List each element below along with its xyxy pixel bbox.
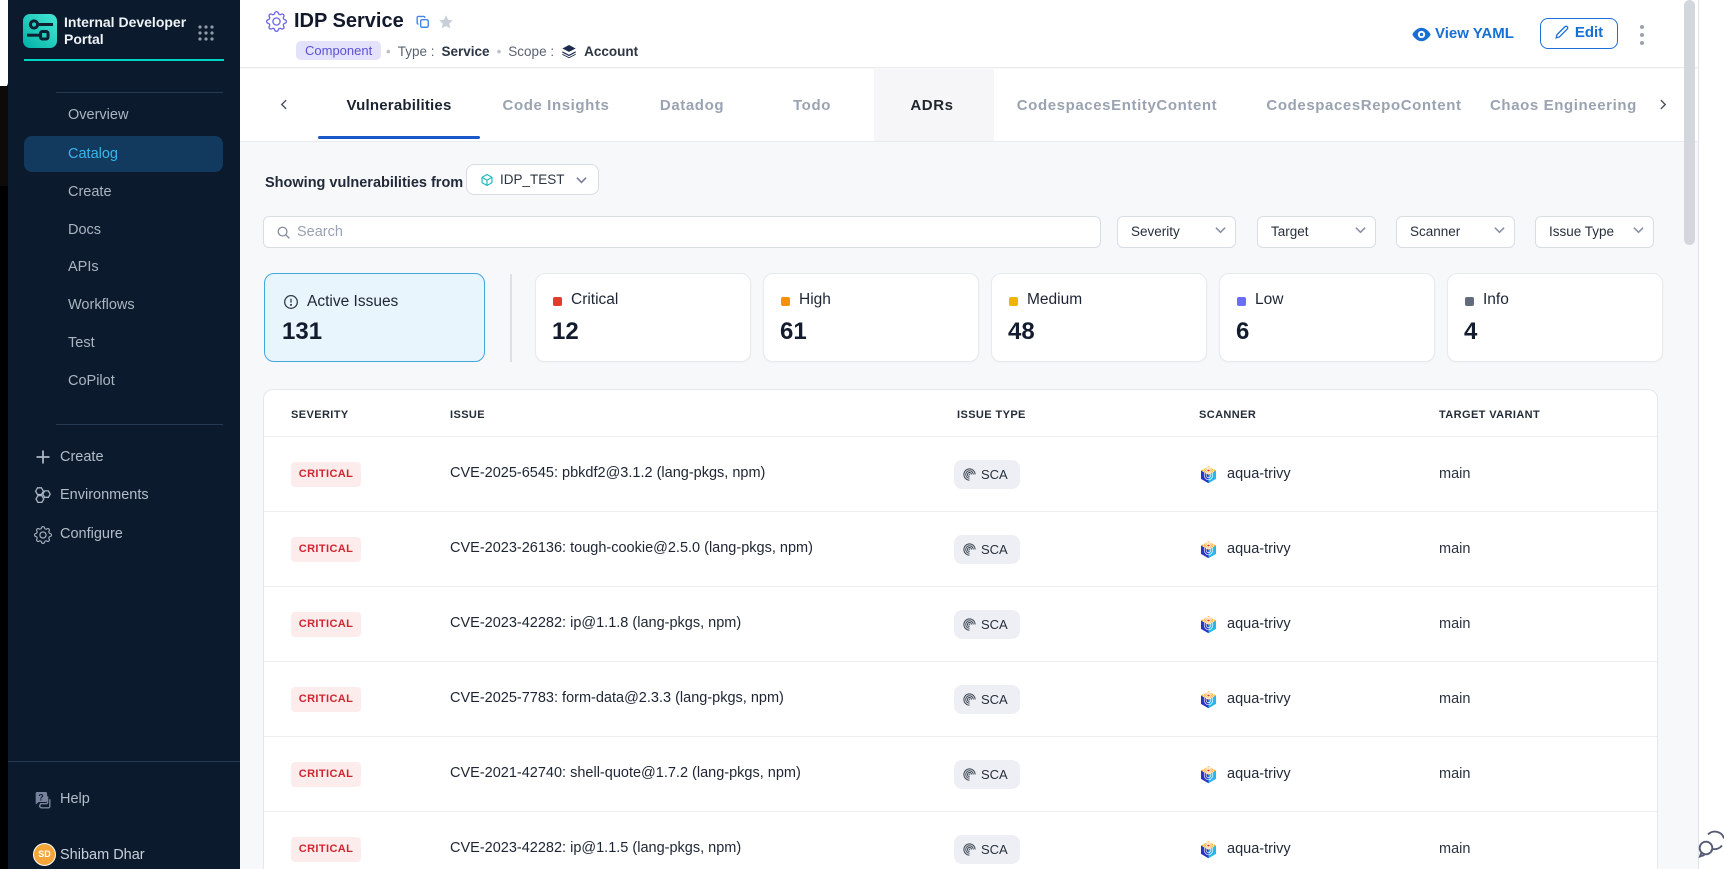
svg-text:?: ? bbox=[38, 793, 44, 803]
